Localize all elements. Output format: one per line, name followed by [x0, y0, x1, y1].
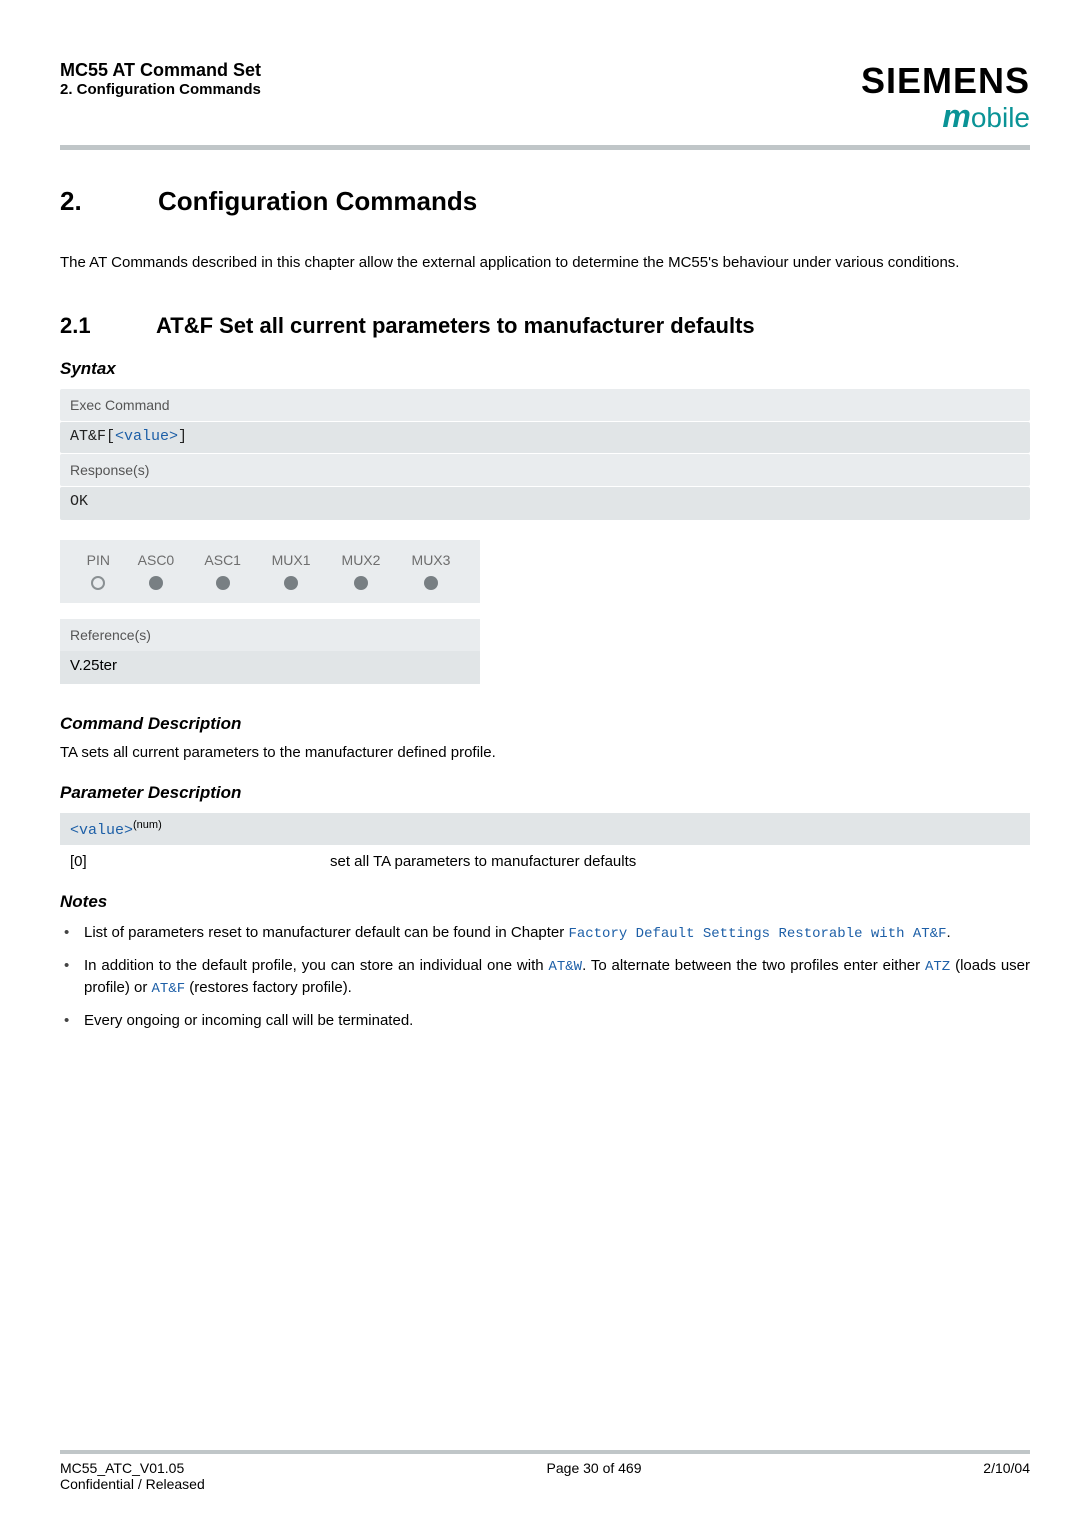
- dot-filled-icon: [216, 576, 230, 590]
- footer-divider: [60, 1450, 1030, 1454]
- intro-text: The AT Commands described in this chapte…: [60, 253, 1030, 273]
- note-text: Every ongoing or incoming call will be t…: [84, 1012, 413, 1029]
- dot-empty-icon: [91, 576, 105, 590]
- note-text: . To alternate between the two profiles …: [582, 957, 925, 974]
- dot-filled-icon: [354, 576, 368, 590]
- footer-date: 2/10/04: [983, 1460, 1030, 1492]
- dot-filled-icon: [424, 576, 438, 590]
- footer-page: Page 30 of 469: [547, 1460, 642, 1492]
- brand-sub-rest: obile: [971, 102, 1030, 133]
- matrix-col-pin: PIN: [74, 550, 123, 570]
- subsection-number: 2.1: [60, 313, 120, 339]
- doc-title: MC55 AT Command Set: [60, 60, 261, 81]
- matrix-col-mux3: MUX3: [396, 550, 466, 570]
- exec-command-label: Exec Command: [60, 389, 1030, 421]
- reference-value: V.25ter: [60, 651, 480, 684]
- brand-logo: SIEMENS mobile: [861, 60, 1030, 135]
- exec-command-code: AT&F[<value>]: [60, 422, 1030, 453]
- support-matrix: PIN ASC0 ASC1 MUX1 MUX2 MUX3: [60, 540, 480, 603]
- matrix-col-mux2: MUX2: [326, 550, 396, 570]
- note-item: In addition to the default profile, you …: [60, 955, 1030, 1000]
- doc-subtitle: 2. Configuration Commands: [60, 81, 261, 98]
- note-link[interactable]: AT&W: [548, 959, 582, 975]
- note-text: .: [947, 924, 951, 941]
- response-body: OK: [60, 487, 1030, 520]
- parameter-description-label: Parameter Description: [60, 783, 1030, 803]
- note-link[interactable]: ATZ: [925, 959, 950, 975]
- note-item: Every ongoing or incoming call will be t…: [60, 1010, 1030, 1031]
- subsection-heading: 2.1 AT&F Set all current parameters to m…: [60, 313, 1030, 339]
- brand-name: SIEMENS: [861, 60, 1030, 102]
- matrix-col-asc0: ASC0: [123, 550, 190, 570]
- syntax-label: Syntax: [60, 359, 1030, 379]
- exec-prefix: AT&F[: [70, 428, 115, 445]
- matrix-col-asc1: ASC1: [189, 550, 256, 570]
- dot-filled-icon: [284, 576, 298, 590]
- header-divider: [60, 145, 1030, 150]
- dot-filled-icon: [149, 576, 163, 590]
- command-description-text: TA sets all current parameters to the ma…: [60, 744, 1030, 761]
- note-text: List of parameters reset to manufacturer…: [84, 924, 568, 941]
- parameter-name-link[interactable]: <value>: [70, 822, 133, 839]
- parameter-name-box: <value>(num): [60, 813, 1030, 845]
- exec-suffix: ]: [178, 428, 187, 445]
- reference-label: Reference(s): [60, 619, 480, 651]
- note-text: In addition to the default profile, you …: [84, 957, 548, 974]
- section-number: 2.: [60, 186, 158, 217]
- parameter-sup: (num): [133, 819, 162, 831]
- response-label: Response(s): [60, 454, 1030, 486]
- matrix-col-mux1: MUX1: [256, 550, 326, 570]
- parameter-key: [0]: [70, 853, 330, 870]
- section-heading: 2.Configuration Commands: [60, 186, 1030, 217]
- brand-sub-m: m: [942, 98, 970, 134]
- note-link[interactable]: Factory Default Settings Restorable with…: [568, 926, 946, 942]
- note-text: (restores factory profile).: [185, 979, 352, 996]
- section-title: Configuration Commands: [158, 186, 477, 216]
- note-item: List of parameters reset to manufacturer…: [60, 922, 1030, 945]
- subsection-title: AT&F Set all current parameters to manuf…: [156, 313, 755, 339]
- footer-doc-id: MC55_ATC_V01.05: [60, 1460, 205, 1476]
- exec-param-link[interactable]: <value>: [115, 428, 178, 445]
- notes-label: Notes: [60, 892, 1030, 912]
- command-description-label: Command Description: [60, 714, 1030, 734]
- footer-classification: Confidential / Released: [60, 1476, 205, 1492]
- brand-sub: mobile: [861, 98, 1030, 135]
- note-link[interactable]: AT&F: [152, 981, 186, 997]
- parameter-desc: set all TA parameters to manufacturer de…: [330, 853, 636, 870]
